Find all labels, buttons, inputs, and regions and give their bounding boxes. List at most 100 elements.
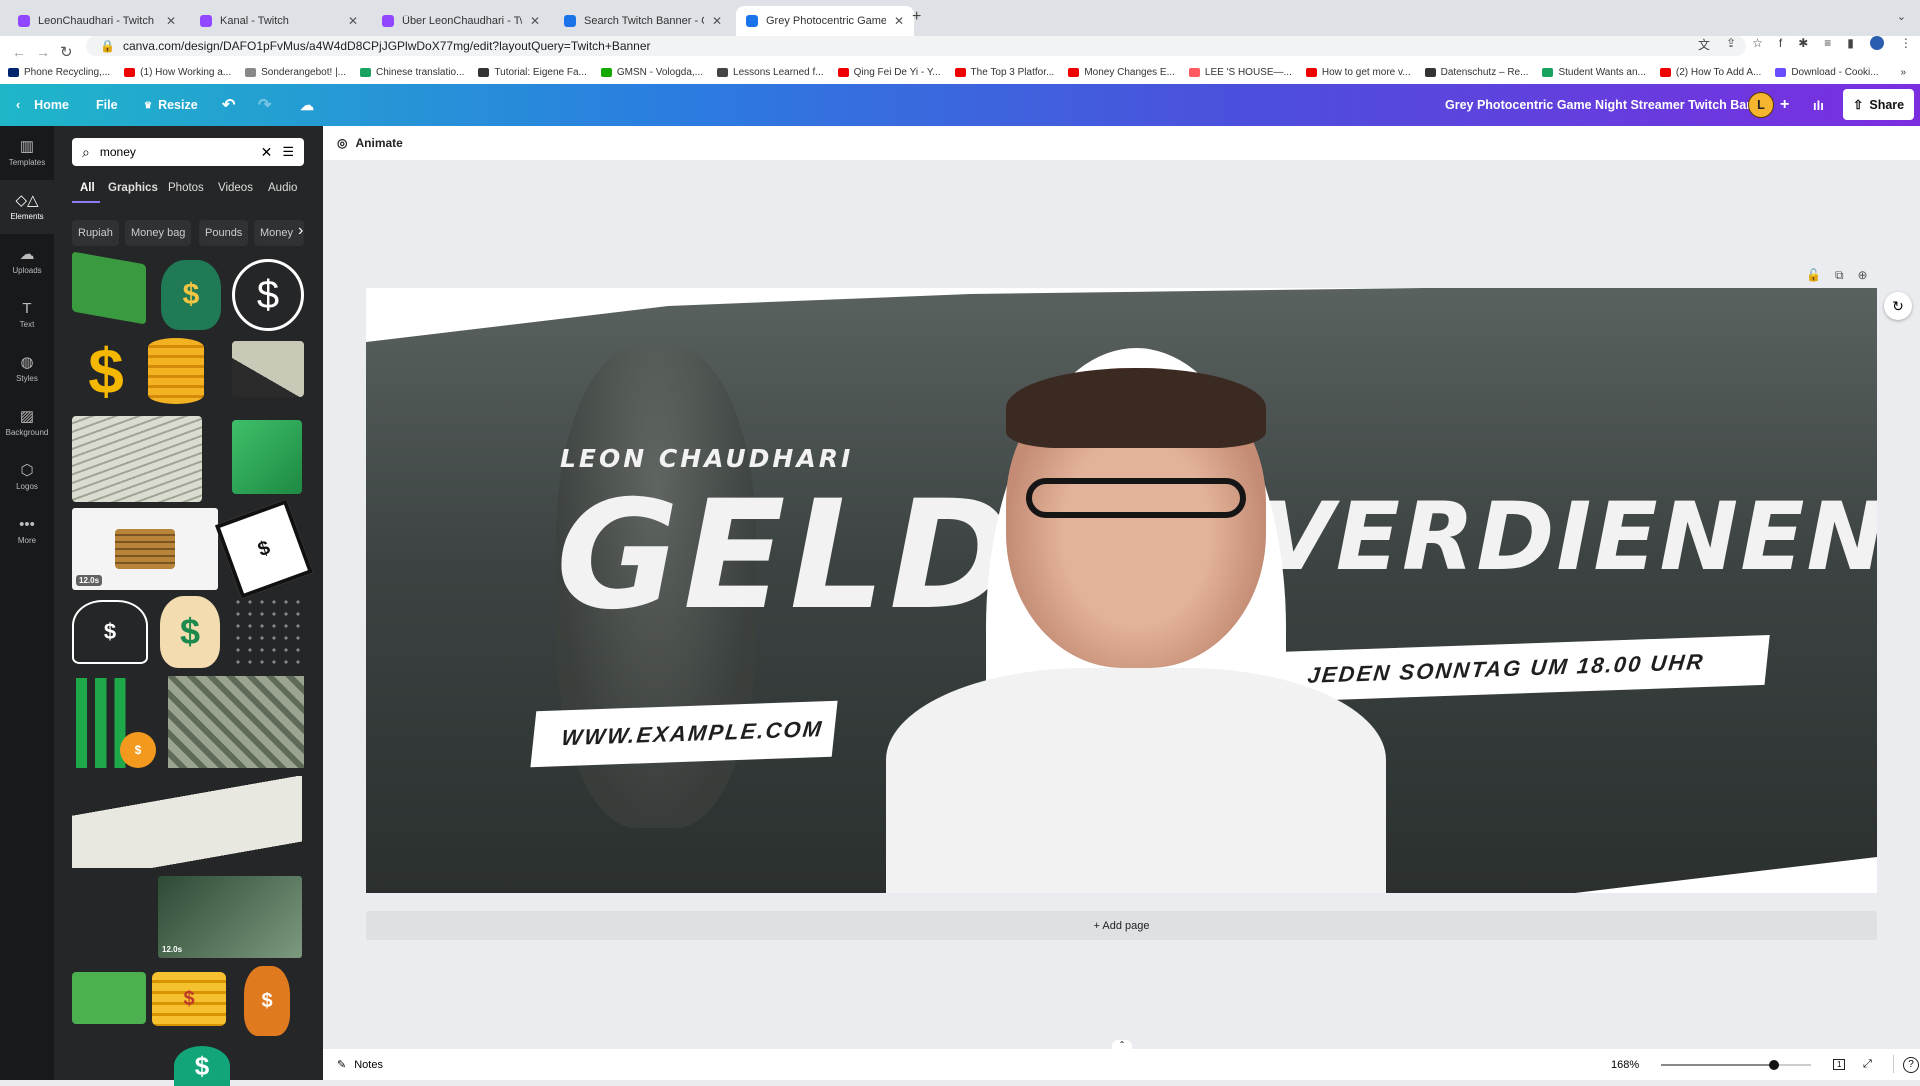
bookmark-item[interactable]: Money Changes E... bbox=[1068, 67, 1175, 78]
redo-button[interactable]: ↷ bbox=[258, 84, 271, 126]
translate-icon[interactable]: 文 bbox=[1698, 36, 1710, 53]
notes-button[interactable]: Notes bbox=[354, 1059, 383, 1071]
zoom-slider[interactable] bbox=[1661, 1060, 1811, 1070]
browser-menu-icon[interactable]: ⋮ bbox=[1900, 36, 1912, 53]
duplicate-page-icon[interactable]: ⧉ bbox=[1835, 268, 1844, 283]
browser-tab[interactable]: LeonChaudhari - Twitch ✕ bbox=[8, 6, 186, 36]
browser-tab[interactable]: Search Twitch Banner - Canva✕ bbox=[554, 6, 732, 36]
browser-tab[interactable]: Kanal - Twitch ✕ bbox=[190, 6, 368, 36]
bookmark-item[interactable]: Tutorial: Eigene Fa... bbox=[478, 67, 587, 78]
bookmark-item[interactable]: Student Wants an... bbox=[1542, 67, 1646, 78]
file-menu-button[interactable]: File bbox=[96, 84, 118, 126]
lock-page-icon[interactable]: 🔓 bbox=[1806, 268, 1821, 283]
bookmark-item[interactable]: LEE 'S HOUSE—... bbox=[1188, 67, 1292, 78]
chip-money[interactable]: Money bbox=[254, 220, 304, 246]
rail-item-text[interactable]: T Text bbox=[0, 288, 54, 342]
hand-with-cash-graphic[interactable] bbox=[232, 341, 304, 397]
add-collaborator-button[interactable]: + bbox=[1780, 84, 1789, 126]
cash-stack-graphic[interactable] bbox=[72, 251, 146, 325]
url-input[interactable]: 🔒 canva.com/design/DAFO1pFvMus/a4W4dD8CPj… bbox=[86, 36, 1746, 56]
user-avatar[interactable]: L bbox=[1748, 92, 1774, 118]
extensions-icon[interactable]: ✱ bbox=[1798, 36, 1808, 53]
dollar-circle-graphic[interactable]: $ bbox=[232, 259, 304, 331]
money-bag-graphic[interactable]: $ bbox=[161, 260, 221, 330]
orange-money-bag-graphic[interactable]: $ bbox=[244, 966, 290, 1036]
facebook-extension-icon[interactable]: f bbox=[1779, 36, 1782, 53]
add-page-button[interactable]: + Add page bbox=[366, 911, 1877, 940]
banner-design[interactable]: LEON CHAUDHARI GELD VERDIENEN JEDEN SONN… bbox=[366, 288, 1877, 893]
reload-icon[interactable]: ↻ bbox=[60, 43, 73, 61]
rail-item-styles[interactable]: ◍ Styles bbox=[0, 342, 54, 396]
undo-button[interactable]: ↶ bbox=[222, 84, 235, 126]
clear-search-icon[interactable]: ✕ bbox=[261, 144, 273, 161]
money-bill-icon-graphic[interactable]: $ bbox=[214, 499, 314, 599]
tab-graphics[interactable]: Graphics bbox=[108, 182, 158, 194]
rail-item-uploads[interactable]: ☁ Uploads bbox=[0, 234, 54, 288]
resize-button[interactable]: ♛ Resize bbox=[144, 84, 198, 126]
refresh-icon[interactable]: ↻ bbox=[1884, 292, 1912, 320]
close-tab-icon[interactable]: ✕ bbox=[712, 14, 722, 28]
green-cash-box-graphic[interactable] bbox=[232, 420, 302, 494]
filter-icon[interactable]: ☰ bbox=[282, 144, 294, 160]
money-bag-beige-graphic[interactable]: $ bbox=[160, 596, 220, 668]
close-tab-icon[interactable]: ✕ bbox=[348, 14, 358, 28]
zoom-level[interactable]: 168% bbox=[1611, 1059, 1639, 1071]
close-tab-icon[interactable]: ✕ bbox=[894, 14, 904, 28]
bookmark-item[interactable]: (1) How Working a... bbox=[124, 67, 231, 78]
growth-chart-coin-graphic[interactable]: $ bbox=[76, 678, 156, 768]
cloud-saved-icon[interactable]: ☁ bbox=[300, 84, 314, 126]
animate-button[interactable]: Animate bbox=[355, 136, 402, 150]
banner-word-verdienen[interactable]: VERDIENEN bbox=[1261, 478, 1877, 598]
bookmark-item[interactable]: Datenschutz – Re... bbox=[1424, 67, 1528, 78]
rail-item-templates[interactable]: ▥ Templates bbox=[0, 126, 54, 180]
tab-all[interactable]: All bbox=[80, 182, 95, 194]
tab-search-chevron-icon[interactable]: ⌄ bbox=[1897, 10, 1906, 23]
browser-tab[interactable]: Grey Photocentric Game Night Streamer Tw… bbox=[736, 6, 914, 36]
coins-video-thumbnail[interactable]: 12.0s bbox=[72, 508, 218, 590]
hand-dollar-graphic[interactable]: $ bbox=[72, 600, 148, 664]
profile-avatar[interactable] bbox=[1869, 36, 1884, 50]
chip-money-bag[interactable]: Money bag bbox=[125, 220, 192, 246]
reading-list-icon[interactable]: ≡ bbox=[1824, 36, 1831, 53]
bookmark-item[interactable]: Sonderangebot! |... bbox=[245, 67, 346, 78]
flying-bills-graphic[interactable] bbox=[232, 596, 304, 668]
rail-item-more[interactable]: ••• More bbox=[0, 504, 54, 558]
cash-counting-video-thumbnail[interactable]: 12.0s bbox=[158, 876, 302, 958]
tab-photos[interactable]: Photos bbox=[168, 182, 204, 194]
back-icon[interactable]: ← bbox=[12, 44, 26, 60]
chip-rupiah[interactable]: Rupiah bbox=[72, 220, 119, 246]
browser-tab[interactable]: Über LeonChaudhari - Twitch✕ bbox=[372, 6, 550, 36]
rail-item-elements[interactable]: ◇△ Elements bbox=[0, 180, 54, 234]
tab-videos[interactable]: Videos bbox=[218, 182, 253, 194]
close-tab-icon[interactable]: ✕ bbox=[166, 14, 176, 28]
dollar-bills-fan-graphic[interactable] bbox=[72, 416, 202, 502]
fullscreen-icon[interactable]: ⤢ bbox=[1863, 1058, 1872, 1071]
side-panel-icon[interactable]: ▮ bbox=[1847, 36, 1854, 53]
bookmark-item[interactable]: Qing Fei De Yi - Y... bbox=[837, 67, 941, 78]
zoom-slider-handle[interactable] bbox=[1768, 1060, 1779, 1070]
coin-stack-graphic[interactable] bbox=[148, 338, 204, 404]
search-input[interactable]: ⌕ money ✕ ☰ bbox=[72, 138, 304, 166]
bookmark-item[interactable]: Phone Recycling,... bbox=[8, 67, 110, 78]
bookmark-item[interactable]: How to get more v... bbox=[1305, 67, 1411, 78]
share-button[interactable]: ⇧ Share bbox=[1843, 89, 1914, 120]
bookmark-star-icon[interactable]: ☆ bbox=[1752, 36, 1763, 53]
new-tab-button[interactable]: + bbox=[912, 8, 921, 26]
chip-pounds[interactable]: Pounds bbox=[199, 220, 249, 246]
bookmark-item[interactable]: Download - Cooki... bbox=[1775, 67, 1879, 78]
green-dollar-coin-graphic[interactable]: $ bbox=[174, 1046, 230, 1086]
bookmark-item[interactable]: The Top 3 Platfor... bbox=[954, 67, 1054, 78]
banner-word-geld[interactable]: GELD bbox=[556, 476, 1018, 636]
more-bookmarks-icon[interactable]: » bbox=[1900, 67, 1906, 78]
green-bills-graphic[interactable] bbox=[72, 972, 146, 1024]
add-page-icon[interactable]: ⊕ bbox=[1858, 268, 1868, 283]
page-number-button[interactable]: 1 bbox=[1833, 1059, 1846, 1070]
gold-coins-graphic[interactable]: $ bbox=[152, 972, 226, 1026]
forward-icon[interactable]: → bbox=[36, 44, 50, 60]
money-heap-graphic[interactable] bbox=[72, 776, 302, 868]
cash-pile-photo[interactable] bbox=[168, 676, 304, 768]
dollar-sign-graphic[interactable]: $ bbox=[78, 335, 134, 407]
tab-audio[interactable]: Audio bbox=[268, 182, 297, 194]
help-icon[interactable]: ? bbox=[1903, 1056, 1919, 1073]
rail-item-logos[interactable]: ⬡ Logos bbox=[0, 450, 54, 504]
